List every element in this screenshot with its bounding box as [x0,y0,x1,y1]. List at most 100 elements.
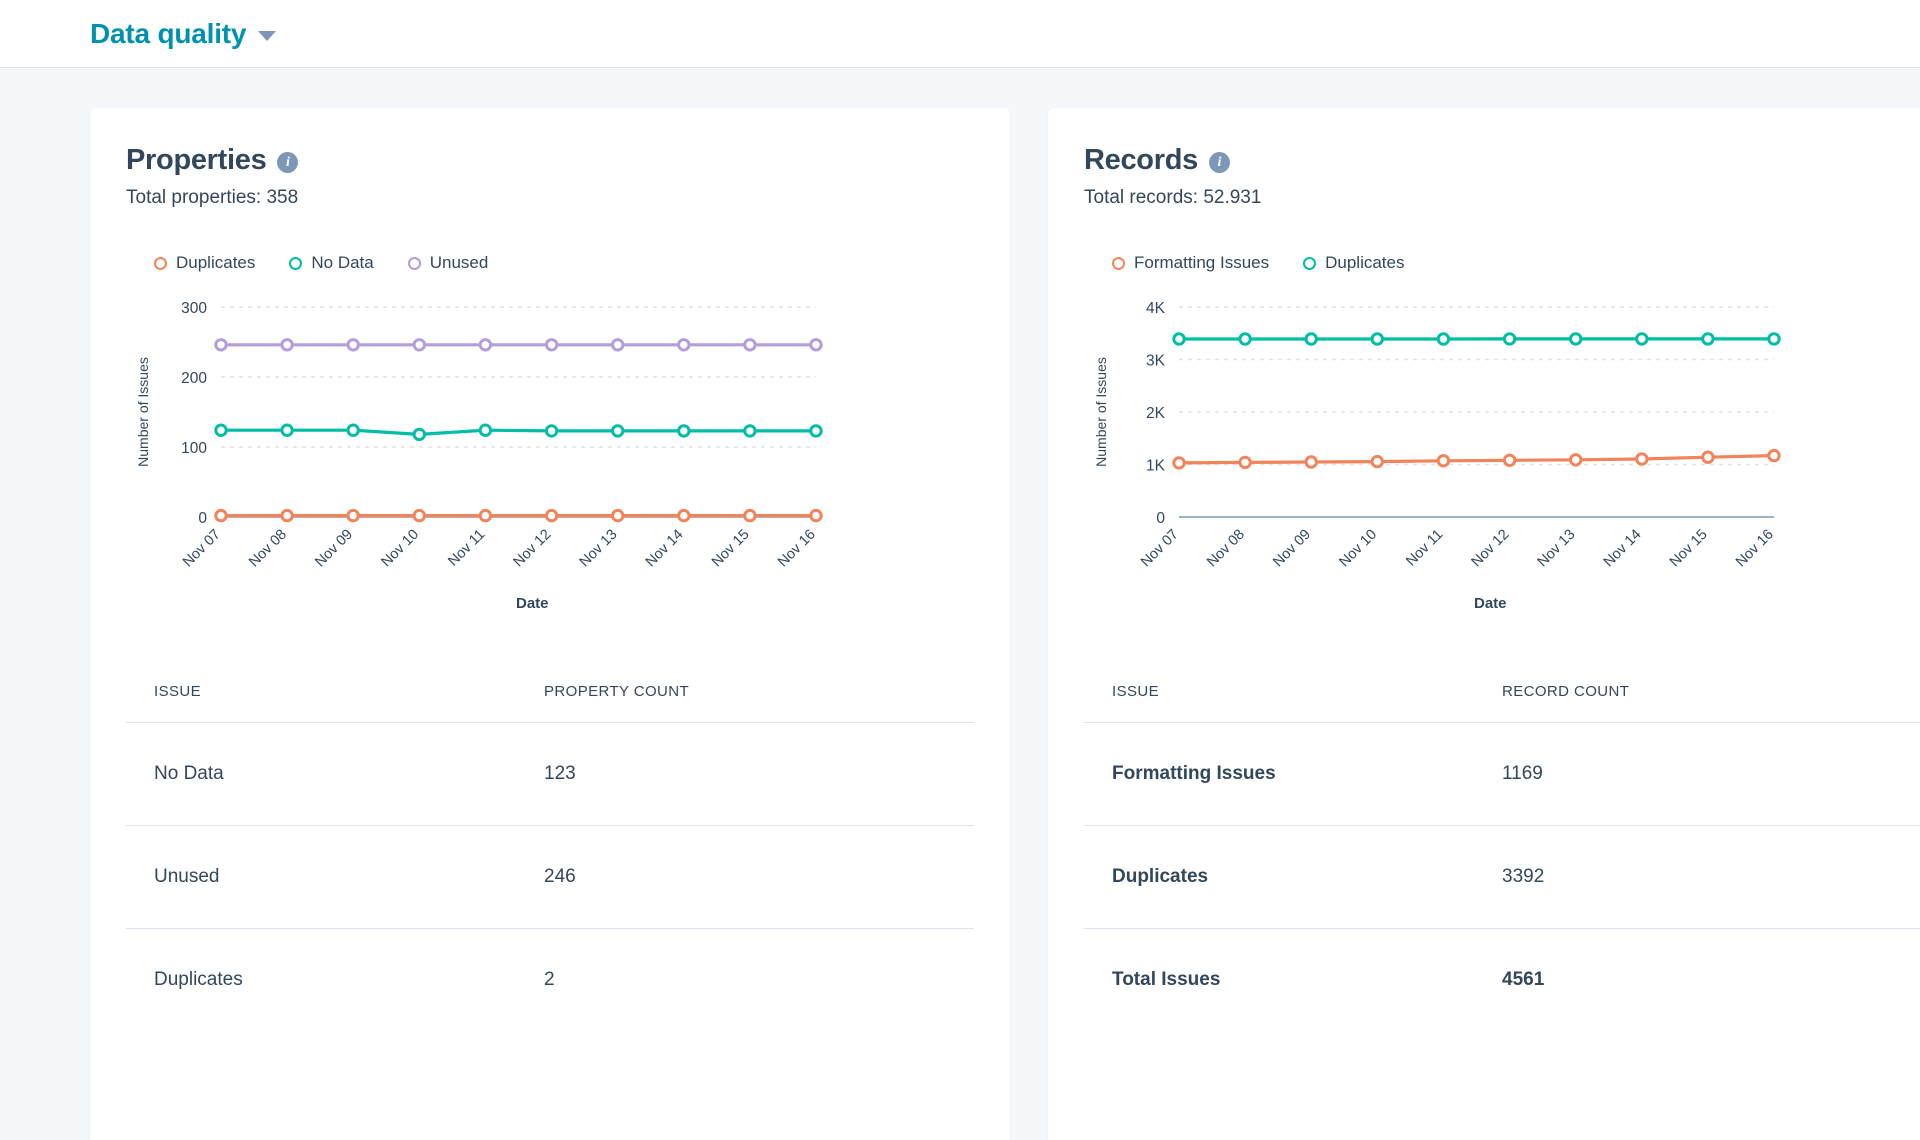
data-point-marker[interactable] [214,423,228,437]
y-axis-tick-label: 1K [1146,458,1166,475]
legend-label: Unused [429,253,489,272]
data-point-marker[interactable] [1569,332,1583,346]
issue-cell: No Data [126,722,544,826]
y-axis-tick-label: 0 [1156,510,1165,527]
x-axis-tick-label: Nov 16 [1733,527,1777,571]
column-header-issue: ISSUE [126,683,544,723]
data-point-marker[interactable] [1172,456,1186,470]
properties-chart: 0 100 200 300 Number of Issues Nov 07 Nov 08 No… [126,295,974,625]
data-point-marker[interactable] [1569,453,1583,467]
count-cell: 1169 [1502,722,1920,826]
data-point-marker[interactable] [677,424,691,438]
page-title: Data quality [90,17,247,49]
data-point-marker[interactable] [412,427,426,442]
records-issues-table: ISSUE RECORD COUNT Formatting Issues 1169… [1084,683,1920,1031]
x-axis-tick-label: Nov 10 [378,527,422,571]
data-point-marker[interactable] [611,338,625,352]
table-row: Duplicates 2 [126,929,974,1032]
chevron-down-icon[interactable] [258,30,277,41]
data-point-marker[interactable] [1502,453,1517,468]
data-point-marker[interactable] [346,508,360,523]
data-point-marker[interactable] [743,338,757,352]
data-point-marker[interactable] [544,508,559,523]
issue-cell[interactable]: Duplicates [1084,825,1502,929]
x-axis-tick-label: Nov 16 [775,527,819,571]
data-point-marker[interactable] [544,424,559,438]
data-point-marker[interactable] [412,338,426,352]
column-header-issue: ISSUE [1084,683,1502,723]
legend-item[interactable]: No Data [289,253,374,273]
data-point-marker[interactable] [214,338,228,352]
y-axis-tick-label: 2K [1146,405,1166,422]
x-axis-tick-label: Nov 10 [1336,527,1380,571]
data-point-marker[interactable] [1304,455,1318,469]
data-point-marker[interactable] [1238,455,1252,470]
data-point-marker[interactable] [1172,332,1186,346]
issue-cell: Duplicates [154,969,243,990]
properties-title: Properties [126,144,267,176]
count-cell: 3392 [1502,825,1920,929]
data-point-marker[interactable] [809,424,823,438]
data-point-marker[interactable] [1436,454,1451,468]
legend-label: No Data [311,253,374,272]
data-point-marker[interactable] [1304,332,1318,346]
data-point-marker[interactable] [280,508,294,523]
data-point-marker[interactable] [478,338,493,352]
data-point-marker[interactable] [611,424,625,438]
data-point-marker[interactable] [1701,332,1715,346]
data-point-marker[interactable] [1502,332,1517,346]
data-point-marker[interactable] [809,508,823,523]
info-icon[interactable]: i [1208,152,1230,173]
data-point-marker[interactable] [280,338,294,352]
data-point-marker[interactable] [677,508,691,523]
data-point-marker[interactable] [743,508,757,523]
data-point-marker[interactable] [1370,454,1384,469]
y-axis-label: Number of Issues [1093,357,1109,467]
records-title: Records [1084,144,1198,176]
data-point-marker[interactable] [478,508,493,523]
top-bar: Data quality [0,0,1920,68]
x-axis-tick-label: Nov 11 [1403,527,1446,570]
issue-cell[interactable]: Formatting Issues [1084,722,1502,826]
data-point-marker[interactable] [1767,448,1781,463]
data-point-marker[interactable] [1635,452,1649,466]
x-axis-tick-label: Nov 09 [312,527,356,571]
x-axis-tick-label: Nov 14 [643,527,687,571]
data-point-marker[interactable] [478,423,493,437]
data-point-marker[interactable] [346,338,360,352]
data-point-marker[interactable] [1370,332,1384,346]
series-line [219,428,818,436]
legend-item[interactable]: Formatting Issues [1112,253,1269,273]
data-point-marker[interactable] [1238,332,1252,346]
data-point-marker[interactable] [809,338,823,352]
data-point-marker[interactable] [677,338,691,352]
properties-chart-svg: 0 100 200 300 Number of Issues Nov 07 Nov 08 No… [135,300,823,571]
info-icon[interactable]: i [277,152,299,173]
data-point-marker[interactable] [412,508,426,523]
y-axis-tick-label: 100 [181,440,207,457]
data-point-marker[interactable] [1436,332,1451,346]
data-point-marker[interactable] [1635,332,1649,346]
data-point-marker[interactable] [544,338,559,352]
data-point-marker[interactable] [611,508,625,523]
legend-label: Duplicates [176,253,256,272]
x-axis-tick-label: Nov 09 [1270,527,1314,571]
y-axis-label: Number of Issues [135,357,151,467]
data-point-marker[interactable] [280,423,294,437]
legend-item[interactable]: Duplicates [154,253,255,273]
y-axis-tick-label: 200 [181,370,207,387]
table-row: Total Issues 4561 [1084,929,1920,1032]
data-point-marker[interactable] [214,508,228,523]
x-axis-tick-label: Nov 15 [1667,527,1711,571]
legend-item[interactable]: Duplicates [1303,253,1404,273]
table-row: Unused 246 [126,825,974,929]
data-point-marker[interactable] [743,424,757,438]
data-point-marker[interactable] [1767,332,1781,346]
data-point-marker[interactable] [1701,450,1715,464]
y-axis-tick-label: 4K [1146,300,1166,317]
records-chart-legend: Formatting Issues Duplicates [1112,253,1920,273]
data-point-marker[interactable] [346,423,360,437]
data-quality-menu[interactable]: Data quality [90,17,277,50]
legend-item[interactable]: Unused [407,253,489,273]
legend-marker-icon [154,256,167,270]
